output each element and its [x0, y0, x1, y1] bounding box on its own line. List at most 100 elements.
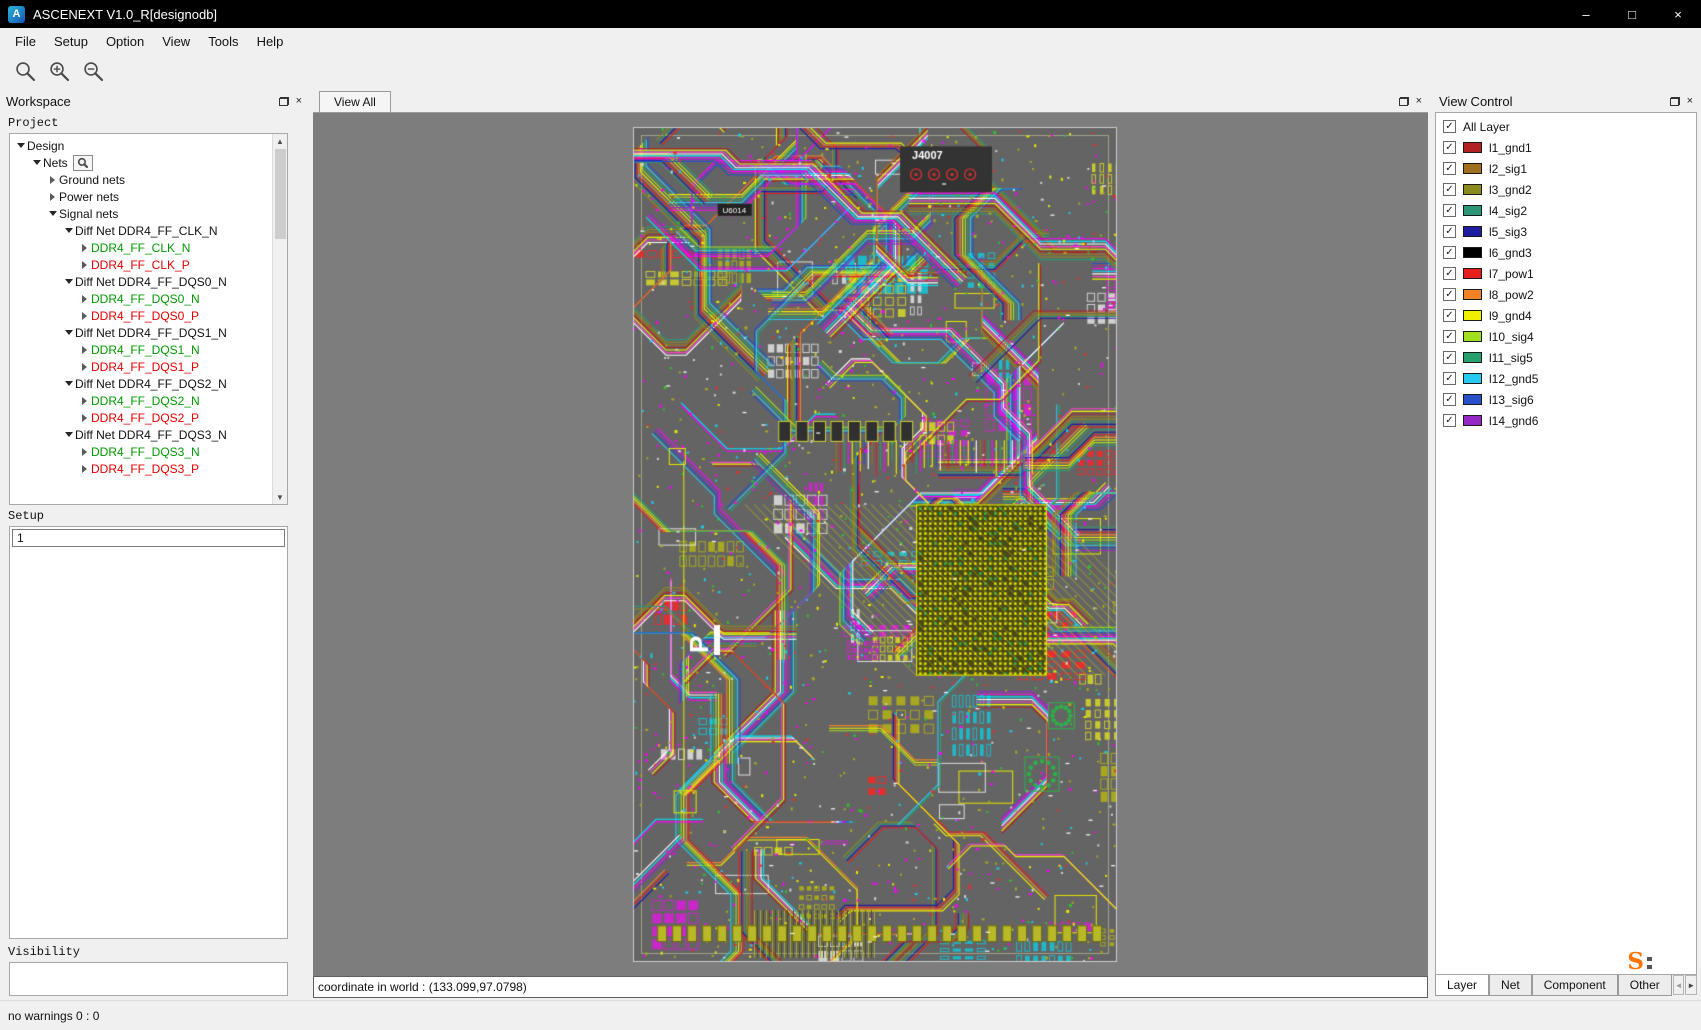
layer-checkbox[interactable]: ✓ — [1443, 246, 1456, 259]
scrollbar-thumb[interactable] — [275, 149, 286, 239]
tree-item[interactable]: DDR4_FF_DQS2_N — [12, 392, 272, 409]
layer-row[interactable]: ✓l4_sig2 — [1436, 200, 1696, 221]
menu-file[interactable]: File — [6, 31, 45, 52]
layer-checkbox[interactable]: ✓ — [1443, 225, 1456, 238]
expander-icon[interactable] — [78, 241, 91, 254]
tab-next-icon[interactable]: ► — [1685, 975, 1697, 995]
expander-icon[interactable] — [78, 309, 91, 322]
tab-layer[interactable]: Layer — [1435, 975, 1489, 996]
layer-row[interactable]: ✓l3_gnd2 — [1436, 179, 1696, 200]
layer-checkbox[interactable]: ✓ — [1443, 162, 1456, 175]
workspace-float-icon[interactable] — [279, 97, 289, 106]
expander-icon[interactable] — [46, 207, 59, 220]
scroll-up-icon[interactable]: ▲ — [273, 134, 287, 148]
layer-checkbox[interactable]: ✓ — [1443, 351, 1456, 364]
expander-icon[interactable] — [78, 411, 91, 424]
layer-checkbox[interactable]: ✓ — [1443, 372, 1456, 385]
expander-icon[interactable] — [78, 360, 91, 373]
tree-item[interactable]: DDR4_FF_DQS0_P — [12, 307, 272, 324]
tree-item[interactable]: DDR4_FF_DQS1_N — [12, 341, 272, 358]
pcb-canvas[interactable] — [313, 113, 1428, 976]
tree-item[interactable]: Diff Net DDR4_FF_DQS0_N — [12, 273, 272, 290]
zoom-in-button[interactable] — [46, 58, 72, 84]
tree-item[interactable]: Ground nets — [12, 171, 272, 188]
view-control-close-icon[interactable]: × — [1687, 96, 1693, 107]
tree-item[interactable]: DDR4_FF_CLK_P — [12, 256, 272, 273]
expander-icon[interactable] — [30, 156, 43, 169]
layer-checkbox[interactable]: ✓ — [1443, 267, 1456, 280]
tree-item[interactable]: Diff Net DDR4_FF_DQS2_N — [12, 375, 272, 392]
layer-row[interactable]: ✓l5_sig3 — [1436, 221, 1696, 242]
layer-row[interactable]: ✓l12_gnd5 — [1436, 368, 1696, 389]
layer-row[interactable]: ✓All Layer — [1436, 116, 1696, 137]
layer-checkbox[interactable]: ✓ — [1443, 288, 1456, 301]
expander-icon[interactable] — [78, 445, 91, 458]
menu-tools[interactable]: Tools — [199, 31, 247, 52]
view-float-icon[interactable] — [1399, 97, 1409, 106]
layer-checkbox[interactable]: ✓ — [1443, 414, 1456, 427]
expander-icon[interactable] — [62, 428, 75, 441]
layer-checkbox[interactable]: ✓ — [1443, 141, 1456, 154]
expander-icon[interactable] — [78, 258, 91, 271]
layer-checkbox[interactable]: ✓ — [1443, 183, 1456, 196]
tab-net[interactable]: Net — [1489, 975, 1532, 996]
expander-icon[interactable] — [62, 326, 75, 339]
zoom-button[interactable] — [12, 58, 38, 84]
layer-row[interactable]: ✓l9_gnd4 — [1436, 305, 1696, 326]
expander-icon[interactable] — [78, 462, 91, 475]
layer-row[interactable]: ✓l1_gnd1 — [1436, 137, 1696, 158]
tree-item[interactable]: Power nets — [12, 188, 272, 205]
maximize-icon[interactable]: □ — [1609, 0, 1655, 28]
expander-icon[interactable] — [62, 224, 75, 237]
expander-icon[interactable] — [14, 139, 27, 152]
tab-other[interactable]: Other — [1618, 975, 1672, 996]
layer-row[interactable]: ✓l7_pow1 — [1436, 263, 1696, 284]
workspace-close-icon[interactable]: × — [296, 96, 302, 107]
layer-checkbox[interactable]: ✓ — [1443, 309, 1456, 322]
tree-item[interactable]: Diff Net DDR4_FF_CLK_N — [12, 222, 272, 239]
tree-item[interactable]: Signal nets — [12, 205, 272, 222]
layer-row[interactable]: ✓l14_gnd6 — [1436, 410, 1696, 431]
expander-icon[interactable] — [46, 190, 59, 203]
net-search-button[interactable] — [73, 155, 93, 171]
tree-scrollbar[interactable]: ▲ ▼ — [272, 134, 287, 504]
expander-icon[interactable] — [78, 292, 91, 305]
layer-row[interactable]: ✓l11_sig5 — [1436, 347, 1696, 368]
tree-item[interactable]: DDR4_FF_DQS2_P — [12, 409, 272, 426]
layer-checkbox[interactable]: ✓ — [1443, 330, 1456, 343]
minimize-icon[interactable]: – — [1563, 0, 1609, 28]
tree-item[interactable]: DDR4_FF_DQS0_N — [12, 290, 272, 307]
layer-row[interactable]: ✓l8_pow2 — [1436, 284, 1696, 305]
tree-item[interactable]: DDR4_FF_DQS1_P — [12, 358, 272, 375]
menu-help[interactable]: Help — [248, 31, 293, 52]
menu-view[interactable]: View — [153, 31, 199, 52]
expander-icon[interactable] — [78, 343, 91, 356]
setup-item[interactable]: 1 — [12, 529, 285, 547]
layer-row[interactable]: ✓l6_gnd3 — [1436, 242, 1696, 263]
tree-item[interactable]: Design — [12, 137, 272, 154]
layer-row[interactable]: ✓l2_sig1 — [1436, 158, 1696, 179]
menu-setup[interactable]: Setup — [45, 31, 97, 52]
tree-item[interactable]: Diff Net DDR4_FF_DQS1_N — [12, 324, 272, 341]
menu-option[interactable]: Option — [97, 31, 153, 52]
layer-row[interactable]: ✓l13_sig6 — [1436, 389, 1696, 410]
layer-checkbox[interactable]: ✓ — [1443, 393, 1456, 406]
tree-item[interactable]: Diff Net DDR4_FF_DQS3_N — [12, 426, 272, 443]
expander-icon[interactable] — [62, 377, 75, 390]
tab-view-all[interactable]: View All — [319, 91, 391, 112]
tree-item[interactable]: DDR4_FF_DQS3_N — [12, 443, 272, 460]
zoom-out-button[interactable] — [80, 58, 106, 84]
pcb-viewport[interactable] — [313, 113, 1428, 976]
tree-item[interactable]: DDR4_FF_CLK_N — [12, 239, 272, 256]
view-close-icon[interactable]: × — [1416, 96, 1422, 107]
view-control-float-icon[interactable] — [1670, 97, 1680, 106]
layer-checkbox[interactable]: ✓ — [1443, 120, 1456, 133]
tree-item[interactable]: DDR4_FF_DQS3_P — [12, 460, 272, 477]
tab-component[interactable]: Component — [1532, 975, 1618, 996]
expander-icon[interactable] — [78, 394, 91, 407]
expander-icon[interactable] — [46, 173, 59, 186]
layer-row[interactable]: ✓l10_sig4 — [1436, 326, 1696, 347]
tree-item[interactable]: Nets — [12, 154, 272, 171]
close-icon[interactable]: × — [1655, 0, 1701, 28]
scroll-down-icon[interactable]: ▼ — [273, 490, 287, 504]
